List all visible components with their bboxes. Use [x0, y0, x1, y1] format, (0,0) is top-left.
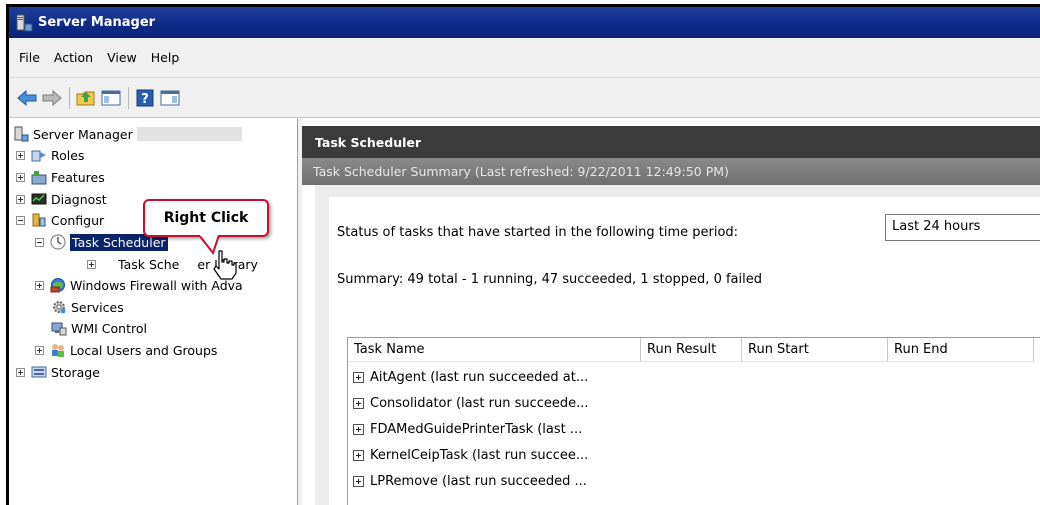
results-pane: Task Scheduler Task Scheduler Summary (L…	[302, 118, 1040, 505]
forward-arrow-icon[interactable]	[41, 87, 63, 109]
tree-item-label: Configur	[51, 212, 105, 228]
right-click-callout: Right Click	[143, 199, 269, 237]
show-hide-action-pane-icon[interactable]	[159, 87, 181, 109]
tree-item-roles[interactable]: Roles	[16, 145, 84, 165]
server-icon	[13, 126, 29, 142]
console-tree: Server Manager Roles Features Diagnost C…	[9, 118, 298, 505]
up-folder-icon[interactable]	[75, 87, 97, 109]
svg-text:?: ?	[141, 92, 149, 107]
expand-icon[interactable]	[35, 345, 44, 355]
expand-icon[interactable]	[87, 259, 96, 269]
collapse-icon[interactable]	[16, 215, 25, 225]
time-period-dropdown[interactable]: Last 24 hours	[885, 214, 1040, 241]
table-row[interactable]: Consolidator (last run succeede...	[348, 391, 589, 415]
expand-icon[interactable]	[16, 172, 25, 182]
menu-view[interactable]: View	[102, 48, 146, 67]
menu-help[interactable]: Help	[146, 48, 189, 67]
column-header-task-name[interactable]: Task Name	[348, 338, 641, 362]
storage-icon	[31, 364, 47, 380]
pane-header: Task Scheduler	[302, 126, 1040, 158]
toolbar: ?	[9, 78, 1040, 118]
expand-icon[interactable]	[16, 367, 25, 377]
clock-icon	[50, 234, 66, 250]
summary-content: Status of tasks that have started in the…	[329, 197, 1040, 505]
roles-icon	[31, 147, 47, 163]
menu-bar: File Action View Help	[9, 38, 1040, 78]
configuration-icon	[31, 212, 47, 228]
tree-item-label: Task Sche	[118, 256, 180, 272]
status-period-label: Status of tasks that have started in the…	[337, 225, 739, 240]
diagnostics-icon	[31, 191, 47, 207]
tree-item-storage[interactable]: Storage	[16, 362, 100, 382]
collapse-icon[interactable]	[35, 237, 44, 247]
tree-item-server-manager[interactable]: Server Manager	[13, 124, 242, 144]
server-manager-icon	[15, 14, 33, 32]
expand-icon[interactable]	[353, 475, 364, 487]
task-name: KernelCeipTask (last run succee...	[370, 447, 589, 463]
firewall-icon	[50, 277, 66, 293]
services-gear-icon	[51, 299, 67, 315]
tree-item-services[interactable]: Services	[51, 297, 124, 317]
expand-icon[interactable]	[35, 280, 44, 290]
users-icon	[50, 342, 66, 358]
expand-icon[interactable]	[353, 449, 364, 461]
expand-icon[interactable]	[353, 371, 364, 383]
task-status-table: Task Name Run Result Run Start Run End A…	[347, 337, 1040, 505]
tree-item-features[interactable]: Features	[16, 167, 105, 187]
tree-item-label: Features	[51, 169, 105, 185]
hand-cursor-icon	[213, 250, 237, 280]
expand-icon[interactable]	[16, 150, 25, 160]
column-header-run-start[interactable]: Run Start	[742, 338, 888, 362]
toolbar-separator	[128, 86, 129, 109]
expand-icon[interactable]	[16, 194, 25, 204]
table-row[interactable]: AitAgent (last run succeeded at...	[348, 365, 588, 389]
wmi-control-icon	[51, 320, 67, 336]
menu-action[interactable]: Action	[49, 48, 102, 67]
expand-icon[interactable]	[353, 423, 364, 435]
tree-item-local-users-groups[interactable]: Local Users and Groups	[35, 340, 217, 360]
tree-item-label: Diagnost	[51, 191, 107, 207]
toolbar-separator	[69, 86, 70, 109]
redacted-server-name	[136, 127, 242, 141]
help-icon[interactable]: ?	[134, 87, 156, 109]
task-summary: Summary: 49 total - 1 running, 47 succee…	[337, 272, 762, 287]
server-manager-window: Server Manager File Action View Help ? S…	[6, 4, 1040, 505]
task-name: FDAMedGuidePrinterTask (last ...	[370, 421, 583, 437]
table-row[interactable]: KernelCeipTask (last run succee...	[348, 443, 588, 467]
task-name: Consolidator (last run succeede...	[370, 395, 589, 411]
title-bar: Server Manager	[9, 7, 1040, 38]
table-row[interactable]: FDAMedGuidePrinterTask (last ...	[348, 417, 582, 441]
menu-file[interactable]: File	[14, 48, 49, 67]
tree-item-label: Roles	[51, 147, 85, 163]
window-title: Server Manager	[38, 15, 156, 30]
features-icon	[31, 169, 47, 185]
task-name: AitAgent (last run succeeded at...	[370, 369, 589, 385]
task-name: LPRemove (last run succeeded ...	[370, 473, 587, 489]
table-row[interactable]: LPRemove (last run succeeded ...	[348, 469, 587, 493]
back-arrow-icon[interactable]	[16, 87, 38, 109]
tree-item-diagnostics[interactable]: Diagnost	[16, 189, 107, 209]
tree-item-configuration[interactable]: Configur	[16, 210, 104, 230]
show-hide-tree-icon[interactable]	[100, 87, 122, 109]
summary-subheader: Task Scheduler Summary (Last refreshed: …	[302, 158, 1040, 185]
tree-item-label: Storage	[51, 364, 100, 380]
tree-item-label: Services	[71, 299, 124, 315]
tree-item-label: Local Users and Groups	[70, 342, 218, 358]
column-header-run-result[interactable]: Run Result	[641, 338, 742, 362]
tree-item-wmi-control[interactable]: WMI Control	[51, 318, 147, 338]
tree-item-label: WMI Control	[71, 320, 147, 336]
tree-item-label: Server Manager	[33, 126, 133, 142]
expand-icon[interactable]	[353, 397, 364, 409]
column-header-run-end[interactable]: Run End	[888, 338, 1034, 362]
summary-body: Status of tasks that have started in the…	[315, 185, 1040, 505]
